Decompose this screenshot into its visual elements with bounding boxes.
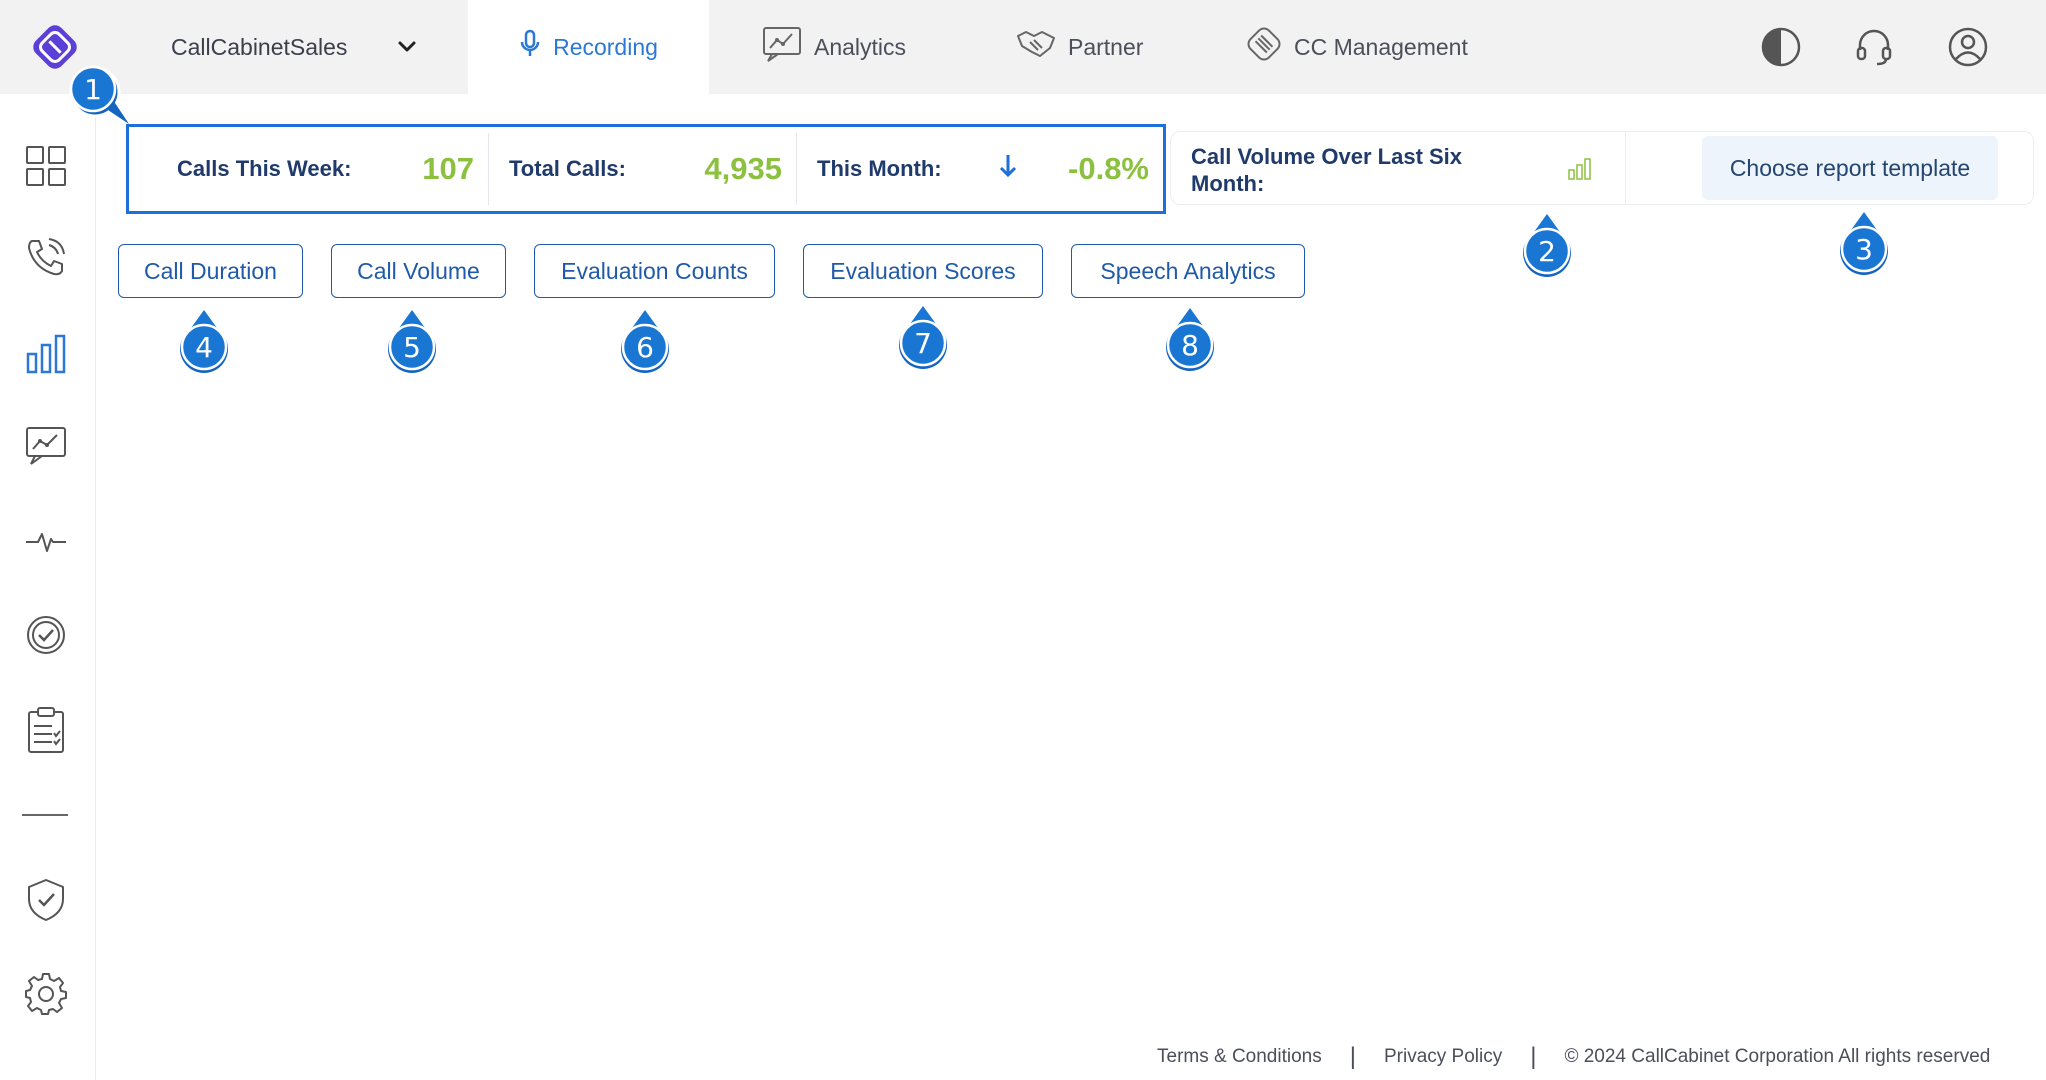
top-navigation-bar: CallCabinetSales Recording Analytics Par… <box>0 0 2046 94</box>
call-volume-label: Call Volume Over Last Six Month: <box>1191 144 1463 196</box>
copyright-text: © 2024 CallCabinet Corporation All right… <box>1564 1046 1991 1067</box>
callout-badge-5: 5 <box>385 306 439 376</box>
footer-separator: | <box>1349 1043 1356 1070</box>
stat-label: Calls This Week: <box>177 156 352 181</box>
callout-badge-7: 7 <box>896 302 950 372</box>
sidebar-divider <box>22 814 68 816</box>
privacy-policy-link[interactable]: Privacy Policy <box>1384 1046 1502 1068</box>
checklist-clipboard-icon[interactable] <box>24 706 68 753</box>
check-circle-icon[interactable] <box>24 613 68 657</box>
stat-total-calls: Total Calls: 4,935 <box>489 133 797 205</box>
pulse-icon[interactable] <box>24 520 68 564</box>
tab-cc-management[interactable]: CC Management <box>1246 0 1468 94</box>
dashboard-grid-icon[interactable] <box>24 144 68 188</box>
arrow-down-icon <box>998 153 1018 186</box>
organization-name: CallCabinetSales <box>171 33 348 60</box>
phone-call-icon[interactable] <box>24 235 68 279</box>
call-volume-panel: Call Volume Over Last Six Month: Choose … <box>1170 131 2034 205</box>
tab-analytics-label: Analytics <box>814 33 907 60</box>
footer: Terms & Conditions | Privacy Policy | © … <box>1157 1042 1990 1072</box>
stat-label: Total Calls: <box>509 156 626 181</box>
callout-badge-8: 8 <box>1163 304 1217 374</box>
evaluation-scores-button[interactable]: Evaluation Scores <box>803 244 1043 298</box>
tab-cc-management-label: CC Management <box>1294 33 1468 60</box>
call-duration-button[interactable]: Call Duration <box>118 244 303 298</box>
stat-value: 107 <box>422 151 474 186</box>
callout-badge-6: 6 <box>618 306 672 376</box>
handshake-icon <box>1016 26 1056 68</box>
stat-label: This Month: <box>817 156 942 181</box>
callout-number: 6 <box>636 330 654 364</box>
tab-analytics[interactable]: Analytics <box>762 0 906 94</box>
bar-chart-icon[interactable] <box>24 332 68 376</box>
callout-badge-2: 2 <box>1520 210 1574 280</box>
user-icon[interactable] <box>1947 26 1989 68</box>
callout-badge-1: 1 <box>65 62 135 132</box>
speech-analytics-button[interactable]: Speech Analytics <box>1071 244 1305 298</box>
contrast-icon[interactable] <box>1760 26 1802 68</box>
tab-partner-label: Partner <box>1068 33 1144 60</box>
choose-report-template-button[interactable]: Choose report template <box>1702 136 1998 200</box>
shield-check-icon[interactable] <box>24 877 68 921</box>
call-stats-summary: Calls This Week: 107 Total Calls: 4,935 … <box>126 124 1166 214</box>
sidebar <box>0 94 96 1080</box>
evaluation-counts-button[interactable]: Evaluation Counts <box>534 244 775 298</box>
tab-recording-label: Recording <box>553 33 658 60</box>
cc-management-icon <box>1246 26 1282 68</box>
analytics-chart-icon[interactable] <box>24 424 68 468</box>
callout-badge-3: 3 <box>1837 208 1891 278</box>
callout-number: 7 <box>914 326 932 360</box>
callout-number: 3 <box>1855 232 1873 266</box>
callout-number: 8 <box>1181 328 1199 362</box>
tab-partner[interactable]: Partner <box>1016 0 1143 94</box>
analytics-chart-icon <box>762 24 802 70</box>
stat-calls-this-week: Calls This Week: 107 <box>129 133 489 205</box>
organization-selector[interactable]: CallCabinetSales <box>171 0 347 94</box>
tab-recording[interactable]: Recording <box>468 0 709 94</box>
call-volume-button[interactable]: Call Volume <box>331 244 506 298</box>
callout-number: 4 <box>195 330 213 364</box>
chevron-down-icon[interactable] <box>393 33 421 61</box>
terms-conditions-link[interactable]: Terms & Conditions <box>1157 1046 1322 1068</box>
headset-icon[interactable] <box>1853 26 1895 68</box>
microphone-icon <box>519 29 541 65</box>
callout-number: 5 <box>403 330 421 364</box>
settings-gear-icon[interactable] <box>24 971 68 1015</box>
callout-number: 2 <box>1538 234 1556 268</box>
stat-value: -0.8% <box>1068 151 1149 186</box>
stat-value: 4,935 <box>704 151 782 186</box>
panel-divider <box>1625 132 1626 204</box>
callout-number: 1 <box>84 72 102 106</box>
callout-badge-4: 4 <box>177 306 231 376</box>
footer-separator: | <box>1530 1043 1537 1070</box>
mini-bar-chart-icon <box>1567 156 1593 180</box>
stat-this-month: This Month: -0.8% <box>797 133 1163 205</box>
